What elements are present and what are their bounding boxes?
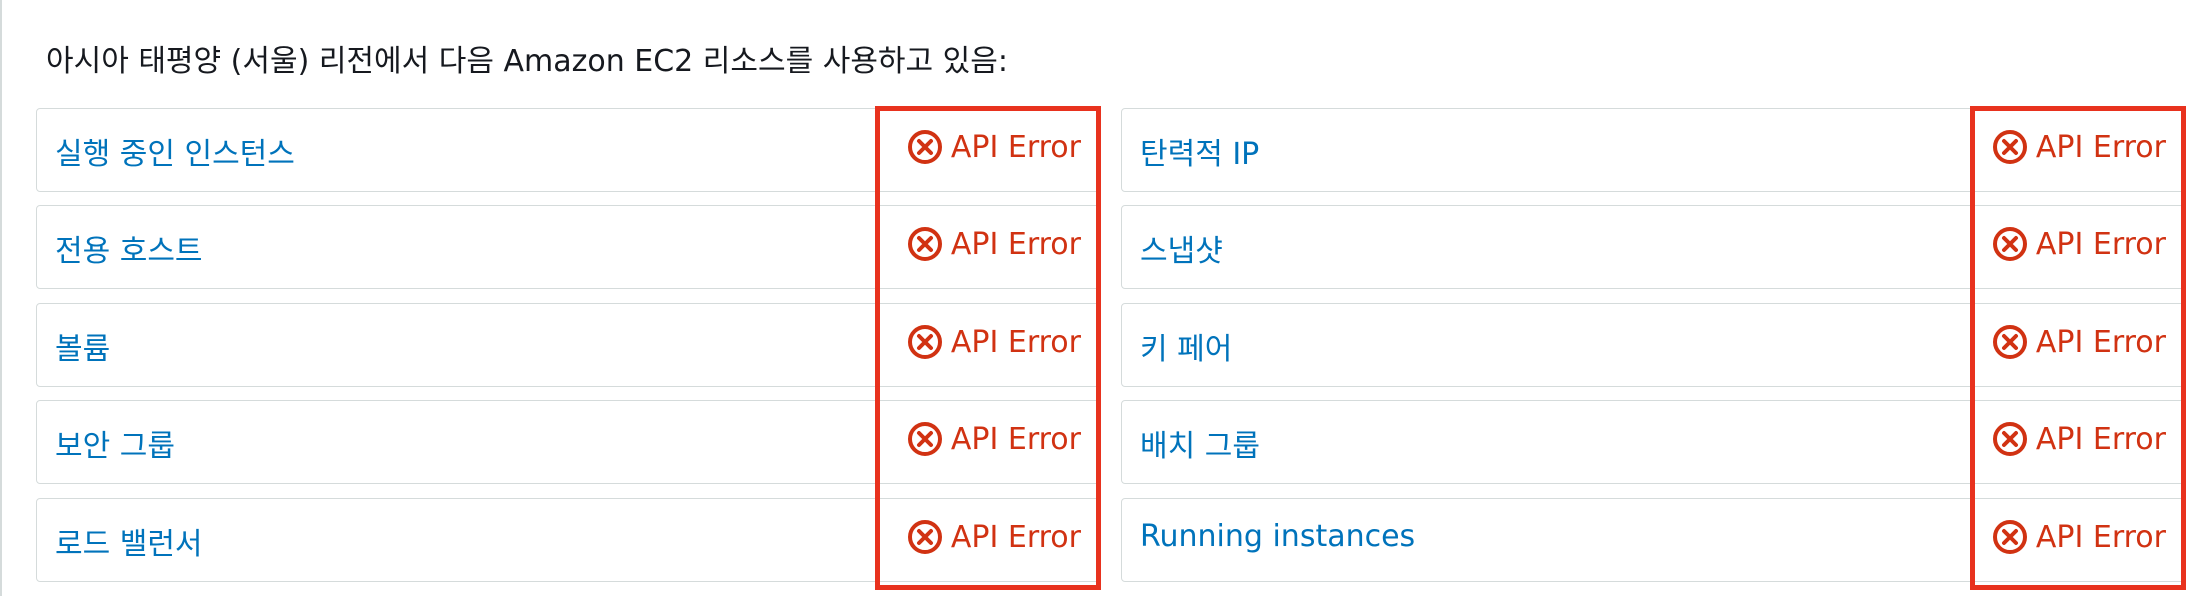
resource-card-running-instances: Running instances API Error [1121, 498, 2185, 582]
status-api-error: API Error [1992, 129, 2166, 165]
resource-card-running-instances-ko: 실행 중인 인스턴스 API Error [36, 108, 1100, 192]
resource-card-load-balancers: 로드 밸런서 API Error [36, 498, 1100, 582]
resource-link-volumes[interactable]: 볼륨 [55, 324, 110, 368]
status-text: API Error [950, 324, 1081, 360]
resource-card-snapshots: 스냅샷 API Error [1121, 205, 2185, 289]
x-circle-icon [907, 422, 942, 456]
status-api-error: API Error [1992, 226, 2166, 262]
resource-card-elastic-ips: 탄력적 IP API Error [1121, 108, 2185, 192]
resource-card-placement-groups: 배치 그룹 API Error [1121, 400, 2185, 484]
resource-card-dedicated-hosts: 전용 호스트 API Error [36, 205, 1100, 289]
status-api-error: API Error [1992, 421, 2166, 457]
resource-link-running-instances-ko[interactable]: 실행 중인 인스턴스 [55, 129, 295, 173]
status-api-error: API Error [1992, 324, 2166, 360]
status-api-error: API Error [907, 226, 1081, 262]
status-text: API Error [2035, 421, 2166, 457]
resource-link-snapshots[interactable]: 스냅샷 [1140, 226, 1223, 270]
status-api-error: API Error [907, 324, 1081, 360]
status-api-error: API Error [907, 421, 1081, 457]
resource-link-security-groups[interactable]: 보안 그룹 [55, 421, 175, 465]
status-text: API Error [2035, 129, 2166, 165]
status-text: API Error [950, 421, 1081, 457]
resource-card-key-pairs: 키 페어 API Error [1121, 303, 2185, 387]
resource-link-elastic-ips[interactable]: 탄력적 IP [1140, 129, 1259, 173]
x-circle-icon [907, 325, 942, 359]
resource-card-volumes: 볼륨 API Error [36, 303, 1100, 387]
status-api-error: API Error [1992, 519, 2166, 555]
x-circle-icon [1992, 520, 2027, 554]
resource-card-security-groups: 보안 그룹 API Error [36, 400, 1100, 484]
status-text: API Error [2035, 324, 2166, 360]
x-circle-icon [1992, 325, 2027, 359]
status-text: API Error [950, 519, 1081, 555]
resource-link-load-balancers[interactable]: 로드 밸런서 [55, 519, 203, 563]
x-circle-icon [1992, 130, 2027, 164]
x-circle-icon [907, 130, 942, 164]
status-api-error: API Error [907, 519, 1081, 555]
status-text: API Error [2035, 226, 2166, 262]
status-text: API Error [2035, 519, 2166, 555]
resource-link-running-instances[interactable]: Running instances [1140, 519, 1415, 554]
status-api-error: API Error [907, 129, 1081, 165]
x-circle-icon [907, 227, 942, 261]
resource-link-key-pairs[interactable]: 키 페어 [1140, 324, 1232, 368]
resources-heading: 아시아 태평양 (서울) 리전에서 다음 Amazon EC2 리소스를 사용하… [46, 44, 1008, 79]
status-text: API Error [950, 226, 1081, 262]
x-circle-icon [1992, 422, 2027, 456]
x-circle-icon [1992, 227, 2027, 261]
left-border [0, 0, 2, 596]
x-circle-icon [907, 520, 942, 554]
resource-link-dedicated-hosts[interactable]: 전용 호스트 [55, 226, 203, 270]
status-text: API Error [950, 129, 1081, 165]
resource-link-placement-groups[interactable]: 배치 그룹 [1140, 421, 1260, 465]
